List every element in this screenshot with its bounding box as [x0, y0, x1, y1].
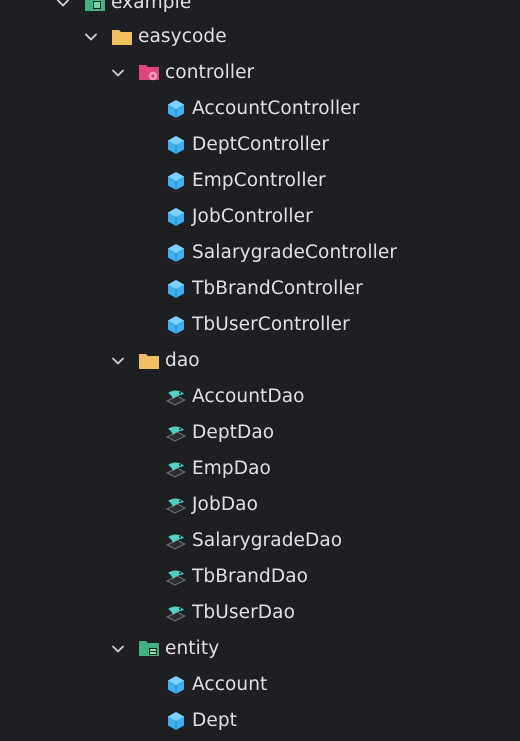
tree-label: AccountController [192, 98, 360, 119]
folder-icon [111, 26, 133, 48]
tree-label: example [111, 0, 192, 13]
class-icon [165, 278, 187, 300]
mapper-icon [165, 386, 187, 408]
class-icon [165, 314, 187, 336]
tree-label: AccountDao [192, 386, 305, 407]
tree-label: EmpController [192, 170, 326, 191]
tree-label: EmpDao [192, 458, 271, 479]
tree-item-class[interactable]: TbBrandController [0, 271, 520, 307]
tree-label: JobDao [192, 494, 259, 515]
tree-label: JobController [192, 206, 313, 227]
tree-item-mapper[interactable]: EmpDao [0, 451, 520, 487]
folder-icon [138, 350, 160, 372]
tree-row-controller[interactable]: controller [0, 55, 520, 91]
tree-label: DeptDao [192, 422, 275, 443]
class-icon [165, 710, 187, 732]
tree-label: TbUserDao [192, 602, 296, 623]
tree-item-mapper[interactable]: TbBrandDao [0, 559, 520, 595]
tree-item-mapper[interactable]: AccountDao [0, 379, 520, 415]
class-icon [165, 674, 187, 696]
class-icon [165, 98, 187, 120]
tree-label: TbBrandController [192, 278, 363, 299]
chevron-down-icon[interactable] [109, 352, 127, 370]
tree-item-mapper[interactable]: DeptDao [0, 415, 520, 451]
class-icon [165, 170, 187, 192]
mapper-icon [165, 530, 187, 552]
package-folder-icon [84, 0, 106, 14]
class-icon [165, 206, 187, 228]
tree-label: SalarygradeController [192, 242, 398, 263]
tree-label: entity [165, 638, 220, 659]
mapper-icon [165, 602, 187, 624]
tree-label: TbUserController [192, 314, 350, 335]
controller-folder-icon [138, 62, 160, 84]
chevron-down-icon[interactable] [82, 28, 100, 46]
tree-row-example[interactable]: example [0, 0, 520, 21]
tree-item-class[interactable]: Dept [0, 703, 520, 739]
tree-label: Dept [192, 710, 238, 731]
chevron-down-icon[interactable] [109, 64, 127, 82]
tree-row-dao[interactable]: dao [0, 343, 520, 379]
tree-item-class[interactable]: EmpController [0, 163, 520, 199]
tree-item-class[interactable]: TbUserController [0, 307, 520, 343]
tree-label: dao [165, 350, 200, 371]
entity-folder-icon [138, 638, 160, 660]
project-tree: example easycode controller AccountContr… [0, 0, 520, 741]
class-icon [165, 242, 187, 264]
class-icon [165, 134, 187, 156]
tree-row-entity[interactable]: entity [0, 631, 520, 667]
tree-item-mapper[interactable]: JobDao [0, 487, 520, 523]
tree-label: DeptController [192, 134, 330, 155]
mapper-icon [165, 422, 187, 444]
tree-label: controller [165, 62, 255, 83]
tree-label: TbBrandDao [192, 566, 309, 587]
tree-row-easycode[interactable]: easycode [0, 19, 520, 55]
tree-label: Account [192, 674, 268, 695]
tree-label: easycode [138, 26, 227, 47]
tree-item-class[interactable]: JobController [0, 199, 520, 235]
tree-item-class[interactable]: Account [0, 667, 520, 703]
tree-item-class[interactable]: AccountController [0, 91, 520, 127]
tree-item-class[interactable]: SalarygradeController [0, 235, 520, 271]
chevron-down-icon[interactable] [109, 640, 127, 658]
tree-item-mapper[interactable]: SalarygradeDao [0, 523, 520, 559]
tree-label: SalarygradeDao [192, 530, 343, 551]
chevron-down-icon[interactable] [54, 0, 72, 12]
tree-item-mapper[interactable]: TbUserDao [0, 595, 520, 631]
tree-item-class[interactable]: DeptController [0, 127, 520, 163]
mapper-icon [165, 458, 187, 480]
mapper-icon [165, 494, 187, 516]
mapper-icon [165, 566, 187, 588]
